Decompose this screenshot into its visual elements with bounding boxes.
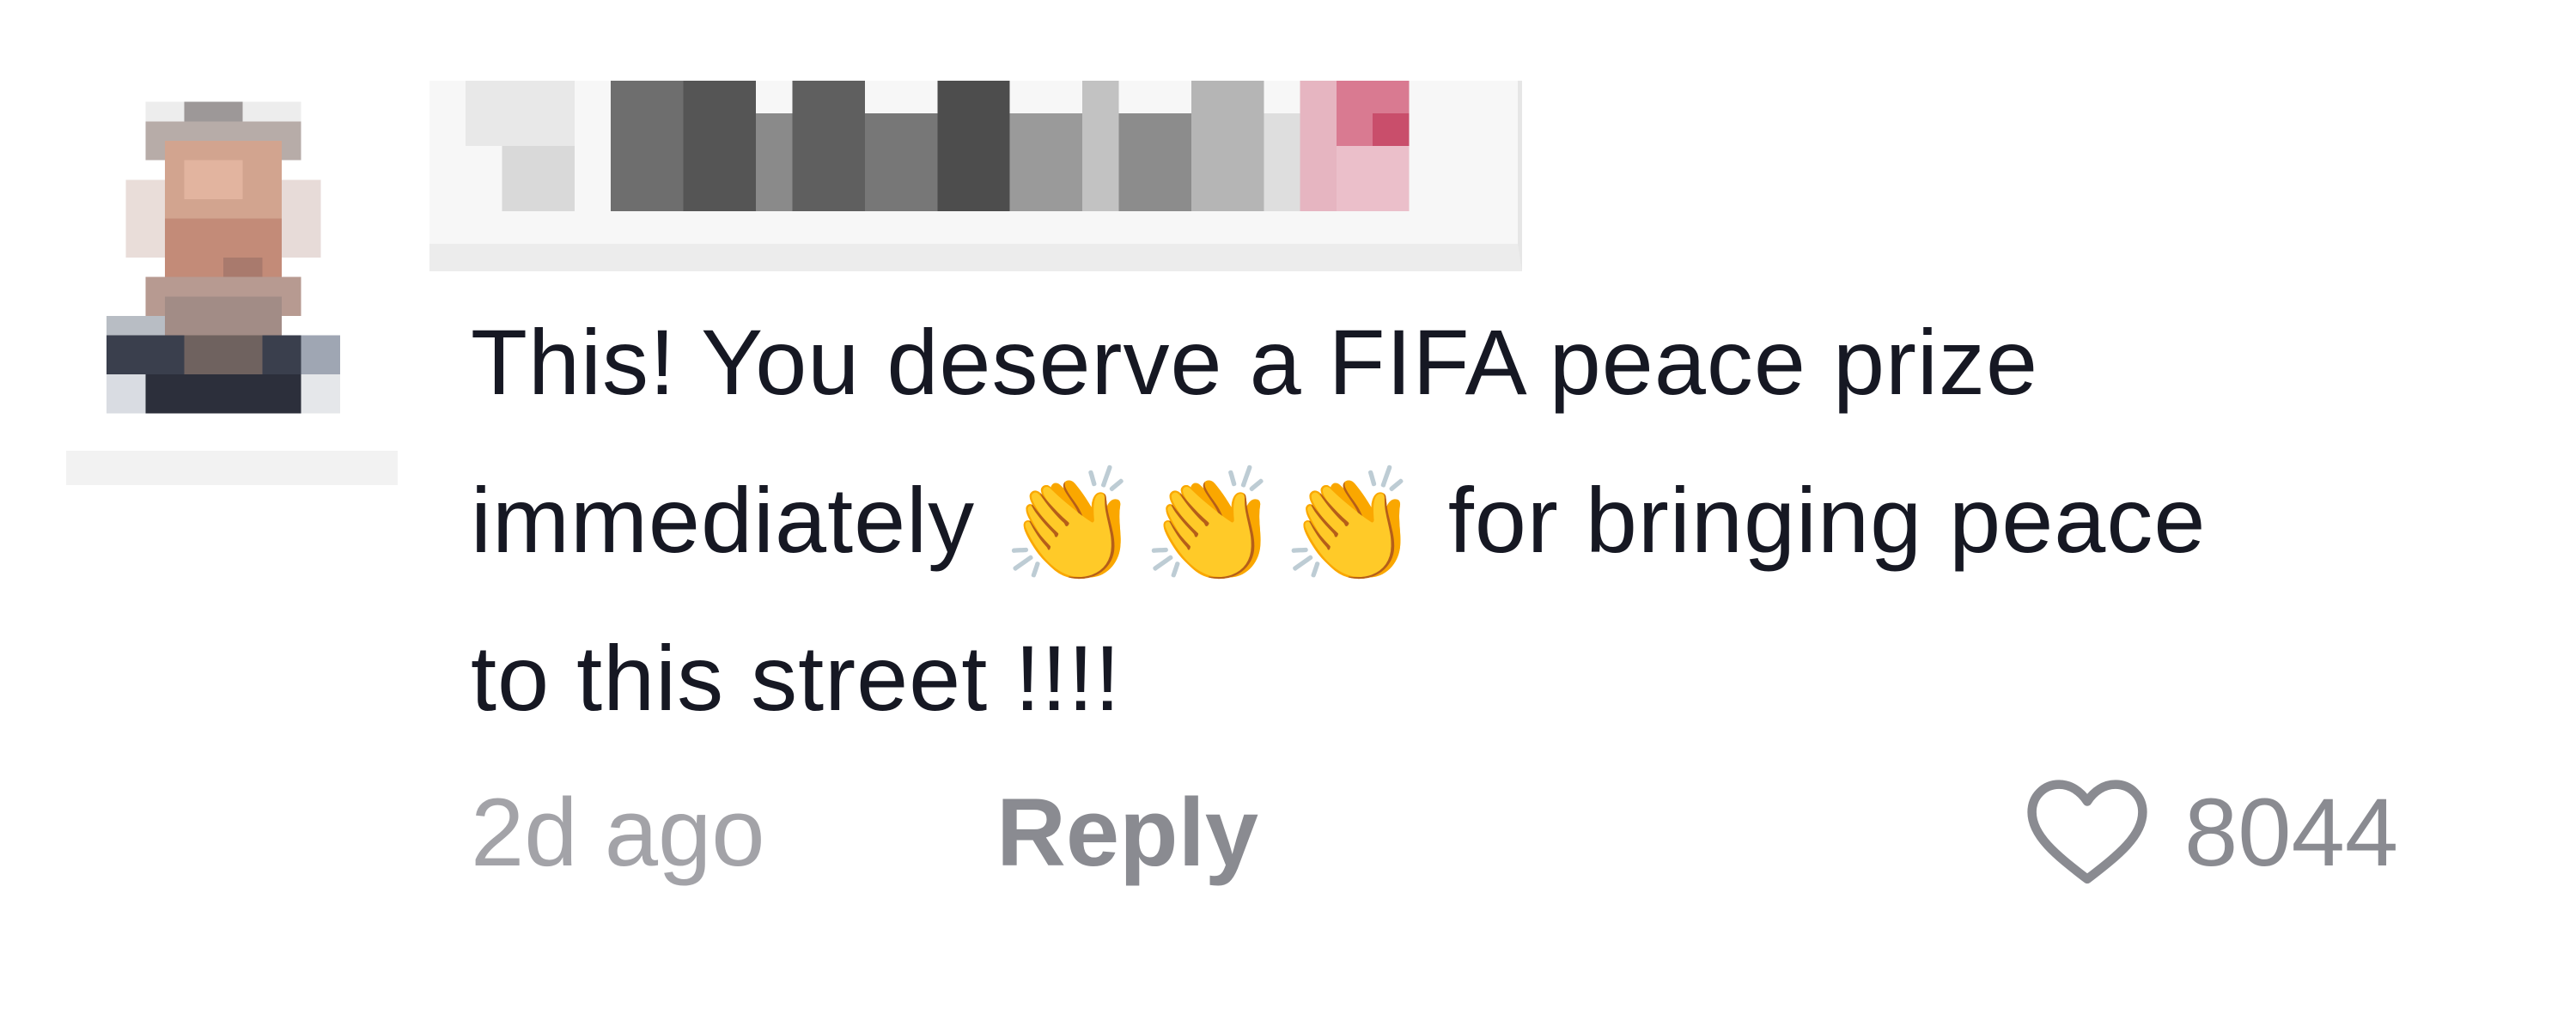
reply-button[interactable]: Reply	[996, 773, 1258, 893]
comment-item: This! You deserve a FIFA peace prize imm…	[0, 0, 2576, 1020]
comment-line-3: to this street !!!!	[471, 626, 1122, 730]
heart-outline-icon	[2027, 780, 2147, 884]
comment-line-2: immediately 👏👏👏 for bringing peace	[471, 441, 2532, 599]
comment-line-2-tail: for bringing peace	[1447, 468, 2207, 572]
like-button[interactable]: 8044	[2023, 773, 2398, 893]
like-count: 8044	[2184, 779, 2399, 886]
comment-line-1: This! You deserve a FIFA peace prize	[471, 310, 2039, 414]
comment-text: This! You deserve a FIFA peace prize imm…	[471, 283, 2532, 757]
timestamp: 2d ago	[471, 779, 765, 886]
avatar-underline	[66, 451, 398, 485]
clapping-hands-icon: 👏👏👏	[1002, 463, 1422, 588]
avatar[interactable]	[107, 101, 340, 414]
pixelated-username-image	[429, 81, 1518, 244]
username[interactable]	[429, 81, 1522, 271]
comment-line-2-text: immediately	[471, 468, 976, 572]
pixelated-avatar-image	[107, 101, 340, 414]
